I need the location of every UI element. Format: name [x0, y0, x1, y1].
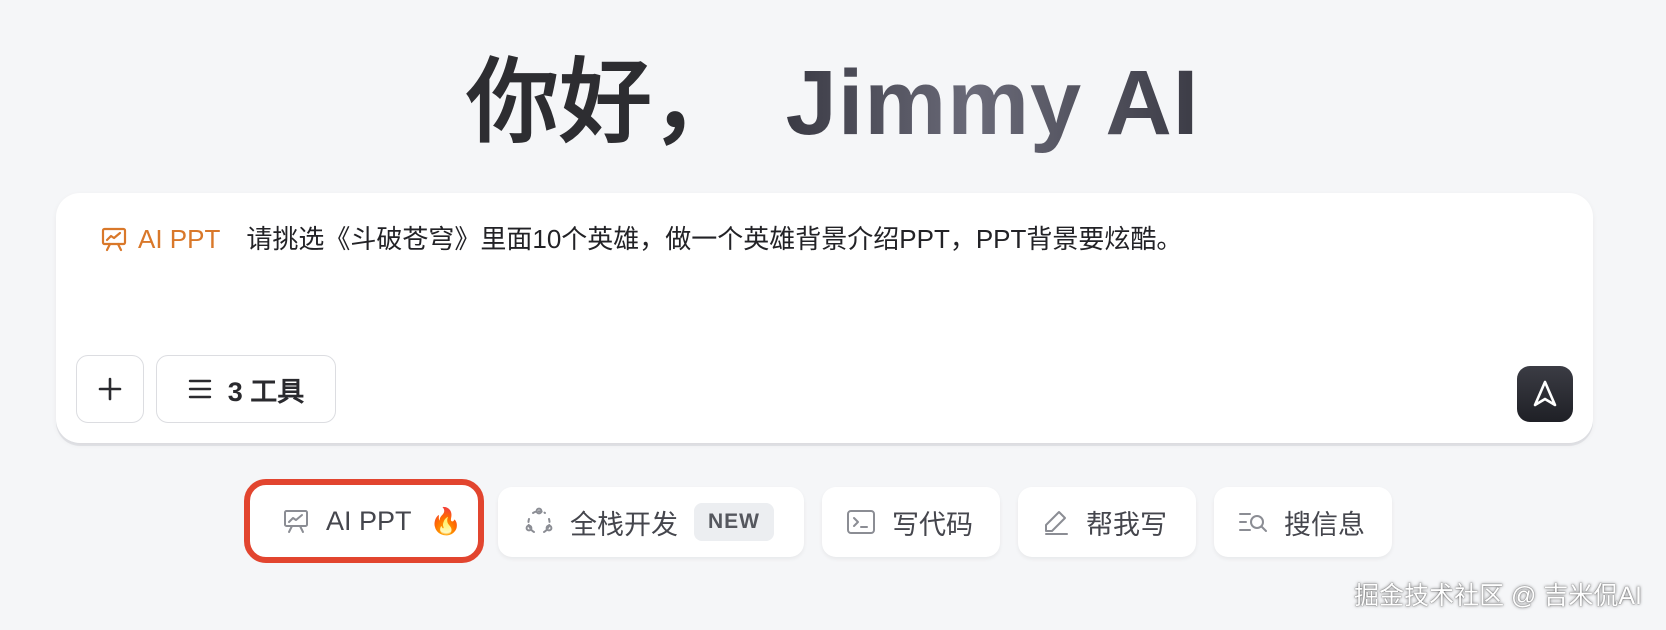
skill-tag-label: AI PPT	[138, 224, 221, 254]
prompt-text[interactable]: 请挑选《斗破苍穹》里面10个英雄，做一个英雄背景介绍PPT，PPT背景要炫酷。	[246, 221, 1182, 257]
plus-icon	[98, 377, 122, 401]
search-list-icon	[1239, 513, 1267, 532]
tools-button[interactable]: 3 工具	[156, 355, 336, 423]
skill-tag-ai-ppt[interactable]: AI PPT	[100, 221, 220, 257]
send-button[interactable]	[1517, 366, 1573, 422]
greeting-name: Jimmy AI	[785, 52, 1200, 154]
chip-search-info-label: 搜信息	[1284, 509, 1365, 540]
home-page: 你好， Jimmy AI AI PPT 请挑选《斗破苍穹》里面10个英雄，做一个英…	[0, 0, 1666, 630]
prompt-composer[interactable]: AI PPT 请挑选《斗破苍穹》里面10个英雄，做一个英雄背景介绍PPT，PPT…	[56, 193, 1593, 443]
add-attachment-button[interactable]	[76, 355, 144, 423]
new-badge: NEW	[694, 503, 774, 541]
chip-fullstack-label: 全栈开发	[570, 509, 678, 540]
presentation-icon	[101, 227, 127, 252]
tools-button-label: 3 工具	[227, 376, 305, 407]
chip-write-code-label: 写代码	[892, 509, 973, 540]
watermark-text: 掘金技术社区 @ 吉米侃AI	[1354, 582, 1642, 610]
chip-ai-ppt[interactable]: AI PPT 🔥	[244, 479, 484, 563]
fullstack-icon	[525, 507, 553, 533]
greeting-hello: 你好，	[466, 52, 746, 154]
send-arrow-icon	[1533, 380, 1557, 407]
chip-fullstack-dev[interactable]: 全栈开发 NEW	[498, 487, 804, 557]
terminal-icon	[847, 510, 875, 534]
greeting-title: 你好， Jimmy AI	[0, 48, 1666, 158]
pen-icon	[1045, 511, 1068, 535]
chip-help-write[interactable]: 帮我写	[1018, 487, 1196, 557]
chip-write-code[interactable]: 写代码	[822, 487, 1000, 557]
prompt-input[interactable]: AI PPT 请挑选《斗破苍穹》里面10个英雄，做一个英雄背景介绍PPT，PPT…	[100, 221, 1182, 257]
presentation-icon	[284, 510, 308, 533]
menu-lines-icon	[188, 379, 211, 399]
chip-search-info[interactable]: 搜信息	[1214, 487, 1392, 557]
fire-icon: 🔥	[429, 505, 462, 536]
chip-help-write-label: 帮我写	[1086, 509, 1167, 540]
chip-ai-ppt-label: AI PPT	[326, 505, 412, 536]
